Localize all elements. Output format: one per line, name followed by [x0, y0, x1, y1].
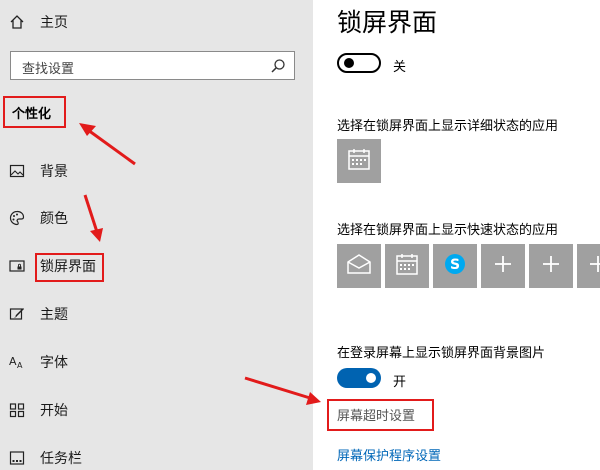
svg-text:A: A — [9, 355, 17, 368]
svg-text:A: A — [17, 361, 23, 370]
highlight-box-timeout — [327, 399, 434, 431]
skype-icon: S — [443, 252, 467, 280]
nav-item-label: 字体 — [40, 355, 68, 371]
palette-icon — [9, 210, 25, 226]
calendar-icon — [347, 147, 371, 175]
search-placeholder: 查找设置 — [22, 62, 75, 77]
toggle-knob — [344, 58, 354, 68]
nav-home[interactable]: 主页 — [0, 0, 313, 44]
slideshow-toggle-state: 关 — [393, 60, 407, 75]
plus-icon — [542, 255, 560, 277]
signin-background-toggle[interactable] — [337, 368, 381, 388]
nav-item-label: 背景 — [40, 164, 68, 180]
nav-item-background[interactable]: 背景 — [0, 149, 313, 193]
search-icon[interactable] — [270, 58, 286, 74]
nav-item-label: 开始 — [40, 403, 68, 419]
quick-status-add-tile[interactable] — [481, 244, 525, 288]
font-icon: AA — [9, 354, 25, 370]
quick-status-add-tile[interactable] — [529, 244, 573, 288]
nav-item-themes[interactable]: 主题 — [0, 292, 313, 336]
plus-icon — [589, 255, 600, 277]
quick-status-app-tile[interactable] — [385, 244, 429, 288]
detailed-status-label: 选择在锁屏界面上显示详细状态的应用 — [337, 119, 559, 134]
toggle-knob — [366, 373, 376, 383]
screen-saver-link[interactable]: 屏幕保护程序设置 — [337, 445, 441, 464]
home-icon — [9, 14, 25, 30]
picture-icon — [9, 163, 25, 179]
detailed-status-app-tile[interactable] — [337, 139, 381, 183]
nav-home-label: 主页 — [40, 15, 68, 31]
start-grid-icon — [9, 402, 25, 418]
nav-item-label: 颜色 — [40, 211, 68, 227]
lock-screen-icon — [9, 258, 25, 274]
nav-item-taskbar[interactable]: 任务栏 — [0, 436, 313, 470]
calendar-icon — [395, 252, 419, 280]
quick-status-app-tile[interactable] — [337, 244, 381, 288]
plus-icon — [494, 255, 512, 277]
mail-icon — [346, 253, 372, 279]
nav-item-label: 任务栏 — [40, 451, 82, 467]
svg-text:S: S — [450, 257, 460, 273]
sidebar: 主页 查找设置 个性化 背景 颜色 锁屏界面 主题 AA 字体 开始 任务栏 — [0, 0, 313, 470]
slideshow-toggle[interactable] — [337, 53, 381, 73]
signin-background-toggle-state: 开 — [393, 375, 407, 390]
highlight-box-personalization — [3, 96, 66, 128]
search-input[interactable]: 查找设置 — [10, 51, 295, 80]
quick-status-app-tile[interactable]: S — [433, 244, 477, 288]
nav-item-start[interactable]: 开始 — [0, 388, 313, 432]
quick-status-add-tile[interactable] — [577, 244, 600, 288]
nav-item-fonts[interactable]: AA 字体 — [0, 340, 313, 384]
signin-background-label: 在登录屏幕上显示锁屏界面背景图片 — [337, 346, 546, 361]
page-title: 锁屏界面 — [337, 8, 438, 37]
nav-item-colors[interactable]: 颜色 — [0, 196, 313, 240]
quick-status-label: 选择在锁屏界面上显示快速状态的应用 — [337, 223, 559, 238]
nav-item-label: 主题 — [40, 307, 68, 323]
highlight-box-lock-screen — [35, 253, 104, 282]
taskbar-icon — [9, 450, 25, 466]
theme-brush-icon — [9, 306, 25, 322]
